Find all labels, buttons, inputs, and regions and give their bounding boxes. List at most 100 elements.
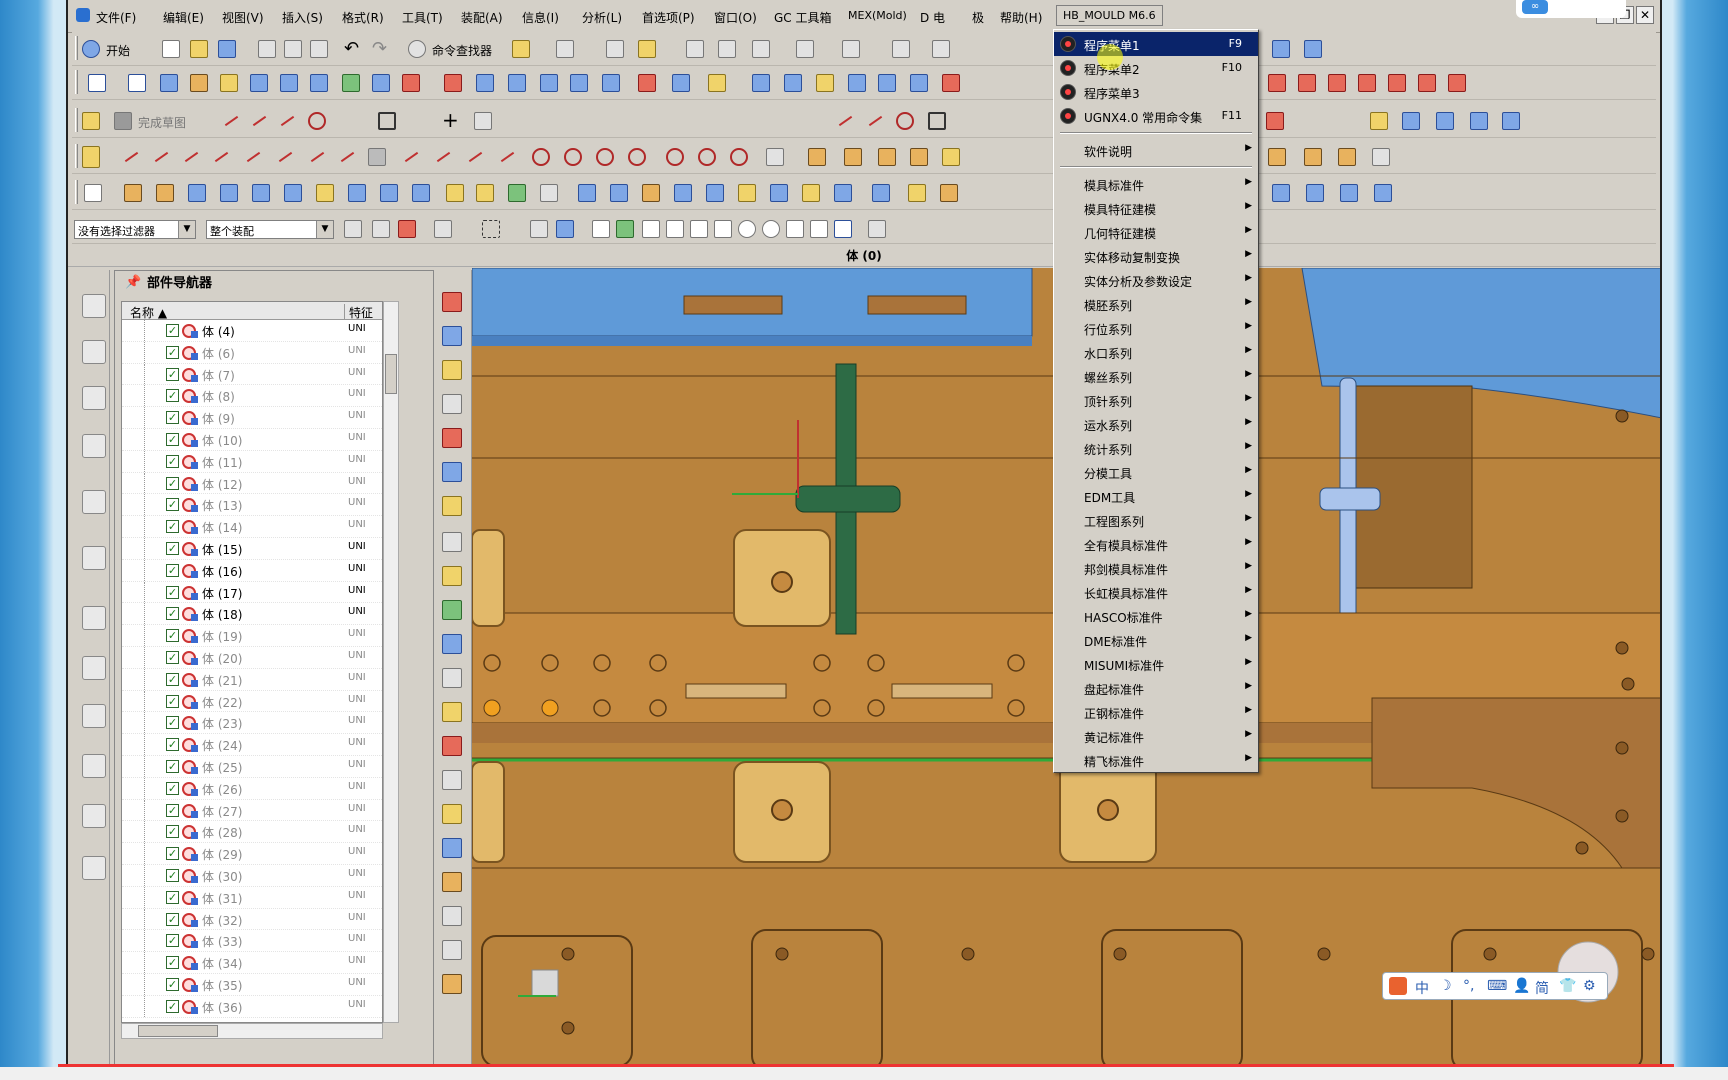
mould-tool-icon[interactable]: [442, 462, 462, 482]
block-icon[interactable]: [1338, 148, 1356, 166]
block-icon[interactable]: [878, 148, 896, 166]
column-feature[interactable]: 特征: [344, 304, 382, 320]
feature-icon[interactable]: [674, 184, 692, 202]
start-button-label[interactable]: 开始: [106, 42, 130, 59]
feature-icon[interactable]: [578, 184, 596, 202]
surface-icon[interactable]: [160, 74, 178, 92]
surface-icon[interactable]: [280, 74, 298, 92]
arc-icon[interactable]: [276, 148, 294, 166]
user-icon[interactable]: 👤: [1513, 978, 1530, 994]
curve-icon[interactable]: [1418, 74, 1436, 92]
surface-icon[interactable]: [540, 74, 558, 92]
profile-icon[interactable]: [222, 112, 240, 130]
render-icon[interactable]: [932, 40, 950, 58]
surface-icon[interactable]: [508, 74, 526, 92]
tree-row[interactable]: ✓ 体 (21) UNI: [122, 668, 382, 691]
menu-item[interactable]: 模胚系列 ▶: [1054, 292, 1258, 316]
visibility-checkbox[interactable]: ✓: [166, 324, 179, 337]
menu-format[interactable]: 格式(R): [342, 9, 384, 26]
circle-icon[interactable]: [308, 112, 326, 130]
visibility-checkbox[interactable]: ✓: [166, 912, 179, 926]
display-icon[interactable]: [530, 220, 548, 238]
mould-tool-icon[interactable]: [442, 532, 462, 552]
surface-icon[interactable]: [784, 74, 802, 92]
visibility-checkbox[interactable]: ✓: [166, 476, 179, 490]
menu-window[interactable]: 窗口(O): [714, 9, 757, 26]
visibility-checkbox[interactable]: ✓: [166, 803, 179, 817]
start-icon[interactable]: [82, 40, 100, 58]
tree-row[interactable]: ✓ 体 (14) UNI: [122, 516, 382, 538]
block-icon[interactable]: [808, 148, 826, 166]
tool-icon[interactable]: [512, 40, 530, 58]
surface-icon[interactable]: [444, 74, 462, 92]
menu-item[interactable]: 长虹模具标准件 ▶: [1054, 580, 1258, 604]
snap-endpoint-icon[interactable]: [592, 220, 610, 238]
history-icon[interactable]: [82, 606, 106, 630]
tree-row[interactable]: ✓ 体 (20) UNI: [122, 646, 382, 669]
snap-intersect-icon[interactable]: [786, 220, 804, 238]
block-icon[interactable]: [1272, 184, 1290, 202]
tree-row[interactable]: ✓ 体 (6) UNI: [122, 341, 382, 364]
feature-icon[interactable]: [1272, 40, 1290, 58]
save-icon[interactable]: [218, 40, 236, 58]
menu-mex-mold[interactable]: MEX(Mold): [848, 9, 907, 22]
mould-tool-icon[interactable]: [442, 634, 462, 654]
menu-item[interactable]: 行位系列 ▶: [1054, 316, 1258, 340]
mesh-icon[interactable]: [368, 148, 386, 166]
tree-row[interactable]: ✓ 体 (22) UNI: [122, 690, 382, 713]
transform-icon[interactable]: [686, 40, 704, 58]
mould-tool-icon[interactable]: [442, 702, 462, 722]
visibility-checkbox[interactable]: ✓: [166, 694, 179, 708]
keyboard-icon[interactable]: ⌨: [1487, 978, 1507, 994]
curve-icon[interactable]: [1328, 74, 1346, 92]
tree-row[interactable]: ✓ 体 (25) UNI: [122, 755, 382, 778]
circle-icon[interactable]: [564, 148, 582, 166]
cylinder-icon[interactable]: [1306, 184, 1324, 202]
mould-tool-icon[interactable]: [442, 566, 462, 586]
slot-icon[interactable]: [540, 184, 558, 202]
tree-row[interactable]: ✓ 体 (12) UNI: [122, 472, 382, 495]
menu-item[interactable]: HASCO标准件 ▶: [1054, 604, 1258, 628]
arc-icon[interactable]: [244, 148, 262, 166]
visibility-checkbox[interactable]: ✓: [166, 738, 179, 752]
punctuation-icon[interactable]: °,: [1463, 978, 1474, 994]
tree-row[interactable]: ✓ 体 (19) UNI: [122, 625, 382, 647]
line-icon[interactable]: [212, 148, 230, 166]
curve-icon[interactable]: [1502, 112, 1520, 130]
mould-tool-icon[interactable]: [442, 326, 462, 346]
mould-tool-icon[interactable]: [442, 804, 462, 824]
move-icon[interactable]: [718, 40, 736, 58]
block-icon[interactable]: [252, 184, 270, 202]
visibility-checkbox[interactable]: ✓: [166, 759, 179, 773]
feature-icon[interactable]: [1304, 40, 1322, 58]
block-icon[interactable]: [942, 148, 960, 166]
menu-item[interactable]: 盘起标准件 ▶: [1054, 676, 1258, 700]
tree-row[interactable]: ✓ 体 (26) UNI: [122, 777, 382, 800]
block-icon[interactable]: [316, 184, 334, 202]
menu-item[interactable]: 分模工具 ▶: [1054, 460, 1258, 484]
ime-chinese-mode[interactable]: 中: [1415, 978, 1429, 998]
tree-row[interactable]: ✓ 体 (35) UNI: [122, 973, 382, 996]
visibility-checkbox[interactable]: ✓: [166, 389, 179, 403]
menu-item[interactable]: 精飞标准件 ▶: [1054, 748, 1258, 772]
tree-row[interactable]: ✓ 体 (33) UNI: [122, 930, 382, 953]
visibility-checkbox[interactable]: ✓: [166, 825, 179, 839]
ime-simplified[interactable]: 简: [1535, 978, 1549, 998]
tree-row[interactable]: ✓ 体 (18) UNI: [122, 603, 382, 626]
menu-item[interactable]: 程序菜单2 F10: [1054, 56, 1258, 80]
visibility-checkbox[interactable]: ✓: [166, 868, 179, 882]
block-icon[interactable]: [220, 184, 238, 202]
snap-icon[interactable]: [372, 220, 390, 238]
visibility-checkbox[interactable]: ✓: [166, 411, 179, 425]
surface-icon[interactable]: [190, 74, 208, 92]
menu-item[interactable]: 全有模具标准件 ▶: [1054, 532, 1258, 556]
curve-icon[interactable]: [1388, 74, 1406, 92]
menu-file[interactable]: 文件(F): [96, 9, 136, 26]
paste-icon[interactable]: [310, 40, 328, 58]
tree-row[interactable]: ✓ 体 (15) UNI: [122, 537, 382, 560]
surface-icon[interactable]: [476, 74, 494, 92]
tree-row[interactable]: ✓ 体 (13) UNI: [122, 494, 382, 517]
menu-gc-toolkit[interactable]: GC 工具箱: [774, 9, 832, 26]
snap-icon[interactable]: [434, 220, 452, 238]
arc-icon[interactable]: [498, 148, 516, 166]
